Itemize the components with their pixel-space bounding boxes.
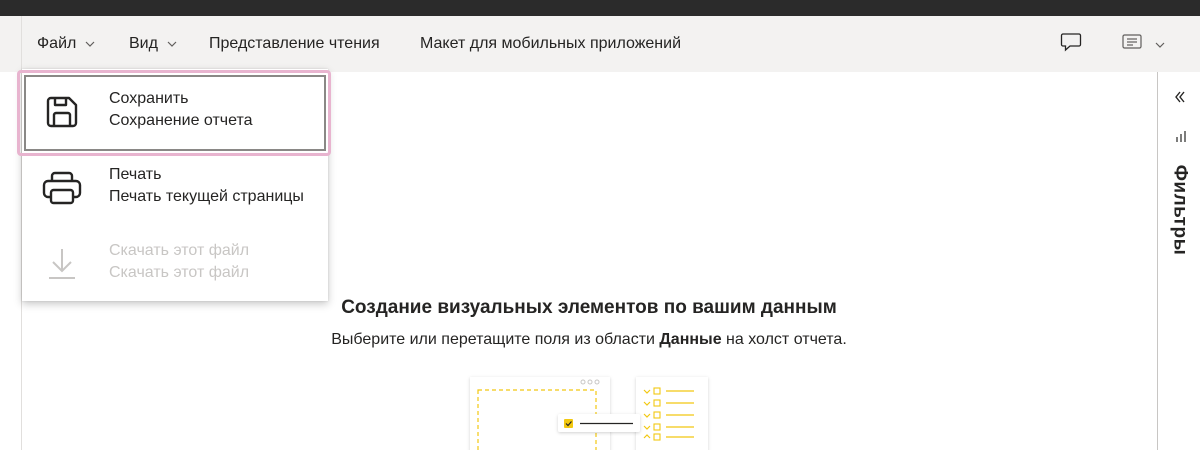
download-icon — [40, 244, 84, 284]
bookmark-icon — [1121, 32, 1143, 57]
filters-pane: Фильтры — [1157, 72, 1200, 450]
file-menu-dropdown: Сохранить Сохранение отчета Печать Печат… — [17, 69, 331, 301]
empty-state-subtitle-end: на холст отчета. — [721, 331, 847, 348]
save-menu-item[interactable]: Сохранить Сохранение отчета — [17, 70, 331, 156]
chevron-down-icon — [85, 39, 95, 49]
mobile-layout-button[interactable]: Макет для мобильных приложений — [420, 16, 681, 72]
comment-button[interactable] — [1059, 32, 1083, 56]
save-icon — [40, 92, 84, 132]
filters-pane-label: Фильтры — [1169, 164, 1190, 256]
chevron-down-icon — [1155, 35, 1165, 53]
comment-icon — [1060, 32, 1082, 57]
chevron-down-icon — [167, 39, 177, 49]
print-icon — [40, 168, 84, 208]
file-menu-label: Файл — [37, 35, 77, 52]
filter-icon — [1175, 129, 1187, 143]
download-menu-subtitle: Скачать этот файл — [109, 264, 250, 281]
print-menu-title: Печать — [109, 166, 162, 183]
collapse-filters-button[interactable] — [1172, 89, 1188, 105]
save-menu-subtitle: Сохранение отчета — [109, 112, 253, 129]
window-top-strip — [0, 0, 1200, 16]
view-menu-label: Вид — [129, 35, 158, 52]
reading-view-label: Представление чтения — [209, 35, 380, 52]
empty-state-subtitle: Выберите или перетащите поля из области … — [0, 331, 1178, 349]
double-chevron-left-icon — [1175, 91, 1185, 103]
report-menubar: Файл Вид Представление чтения Макет для … — [0, 16, 1200, 72]
print-menu-subtitle: Печать текущей страницы — [109, 188, 304, 205]
bookmarks-dropdown-button[interactable] — [1117, 32, 1169, 56]
filters-pane-toggle[interactable]: Фильтры — [1167, 155, 1191, 265]
reading-view-button[interactable]: Представление чтения — [209, 16, 380, 72]
file-menu-button[interactable]: Файл — [37, 16, 95, 72]
print-menu-item[interactable]: Печать Печать текущей страницы — [22, 148, 328, 224]
save-menu-title: Сохранить — [109, 90, 189, 107]
view-menu-button[interactable]: Вид — [129, 16, 177, 72]
mobile-layout-label: Макет для мобильных приложений — [420, 35, 682, 52]
empty-state-illustration — [470, 377, 708, 450]
menubar-divider — [21, 16, 22, 72]
empty-state-subtitle-bold: Данные — [659, 331, 722, 348]
empty-state-subtitle-start: Выберите или перетащите поля из области — [331, 331, 660, 348]
download-menu-item: Скачать этот файл Скачать этот файл — [22, 224, 328, 300]
download-menu-title: Скачать этот файл — [109, 242, 250, 259]
